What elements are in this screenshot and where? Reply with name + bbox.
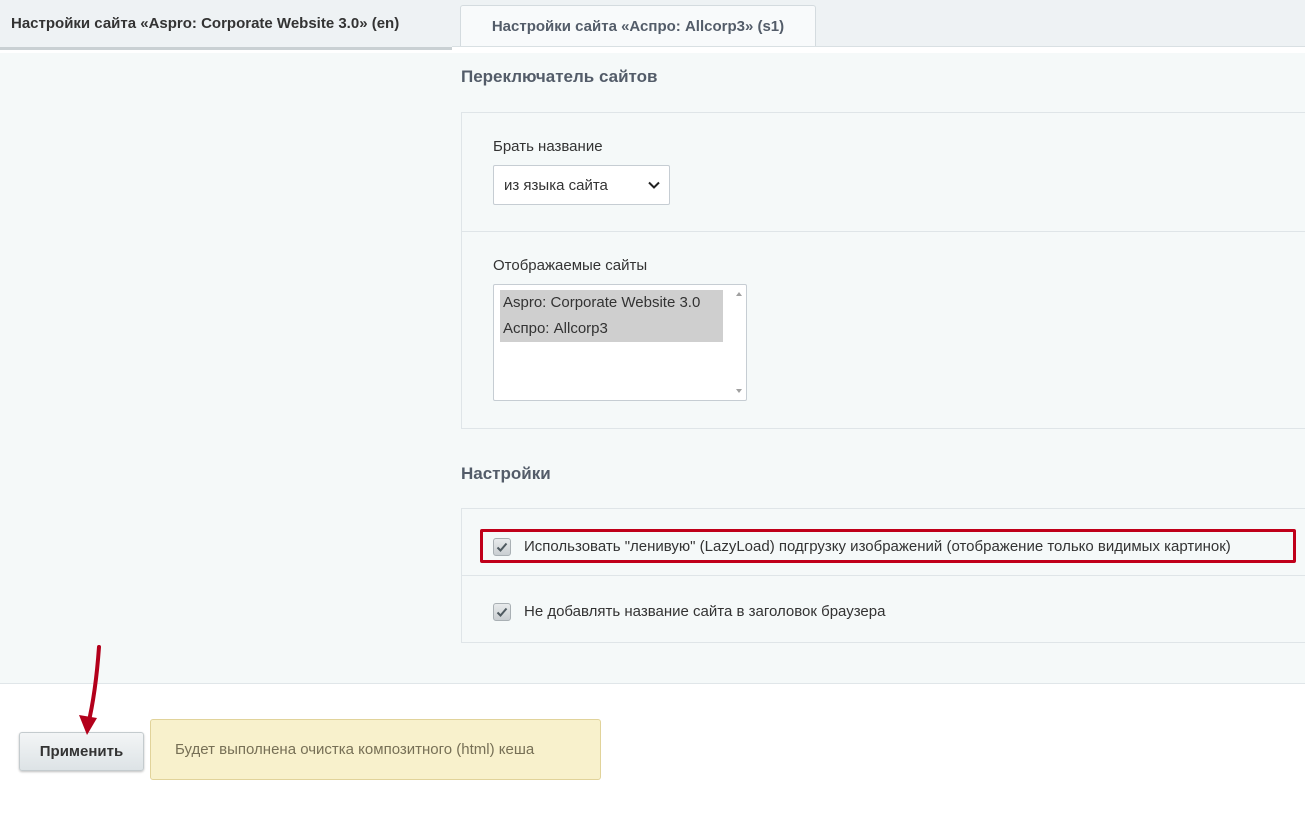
tab-site-s1[interactable]: Настройки сайта «Аспро: Allcorp3» (s1) <box>460 5 816 46</box>
tab-bar: Настройки сайта «Aspro: Corporate Websit… <box>0 0 1305 50</box>
cache-notice: Будет выполнена очистка композитного (ht… <box>150 719 601 780</box>
cache-notice-text: Будет выполнена очистка композитного (ht… <box>175 741 535 758</box>
tab-site-en[interactable]: Настройки сайта «Aspro: Corporate Websit… <box>0 0 452 50</box>
scroll-up-icon[interactable] <box>736 292 742 296</box>
name-source-label: Брать название <box>493 138 603 155</box>
no-site-name-label[interactable]: Не добавлять название сайта в заголовок … <box>524 603 885 620</box>
highlight-frame <box>480 529 1296 563</box>
footer-divider <box>0 683 1305 684</box>
name-source-value: из языка сайта <box>504 176 608 194</box>
no-site-name-checkbox[interactable] <box>493 603 511 621</box>
scroll-down-icon[interactable] <box>736 389 742 393</box>
no-site-name-row: Не добавлять название сайта в заголовок … <box>462 576 1305 643</box>
name-source-select[interactable]: из языка сайта <box>493 165 670 205</box>
displayed-sites-label: Отображаемые сайты <box>493 257 648 274</box>
section-title-site-switcher: Переключатель сайтов <box>461 67 658 86</box>
displayed-sites-panel: Отображаемые сайты Aspro: Corporate Webs… <box>461 231 1305 429</box>
check-icon <box>496 607 508 617</box>
list-item[interactable]: Aspro: Corporate Website 3.0 <box>500 290 723 316</box>
chevron-down-icon <box>648 181 660 189</box>
list-item[interactable]: Аспро: Allcorp3 <box>500 316 723 342</box>
section-title-settings: Настройки <box>461 464 551 483</box>
name-source-panel: Брать название из языка сайта <box>461 112 1305 232</box>
displayed-sites-listbox[interactable]: Aspro: Corporate Website 3.0 Аспро: Allc… <box>493 284 747 401</box>
red-arrow-icon <box>79 645 101 735</box>
